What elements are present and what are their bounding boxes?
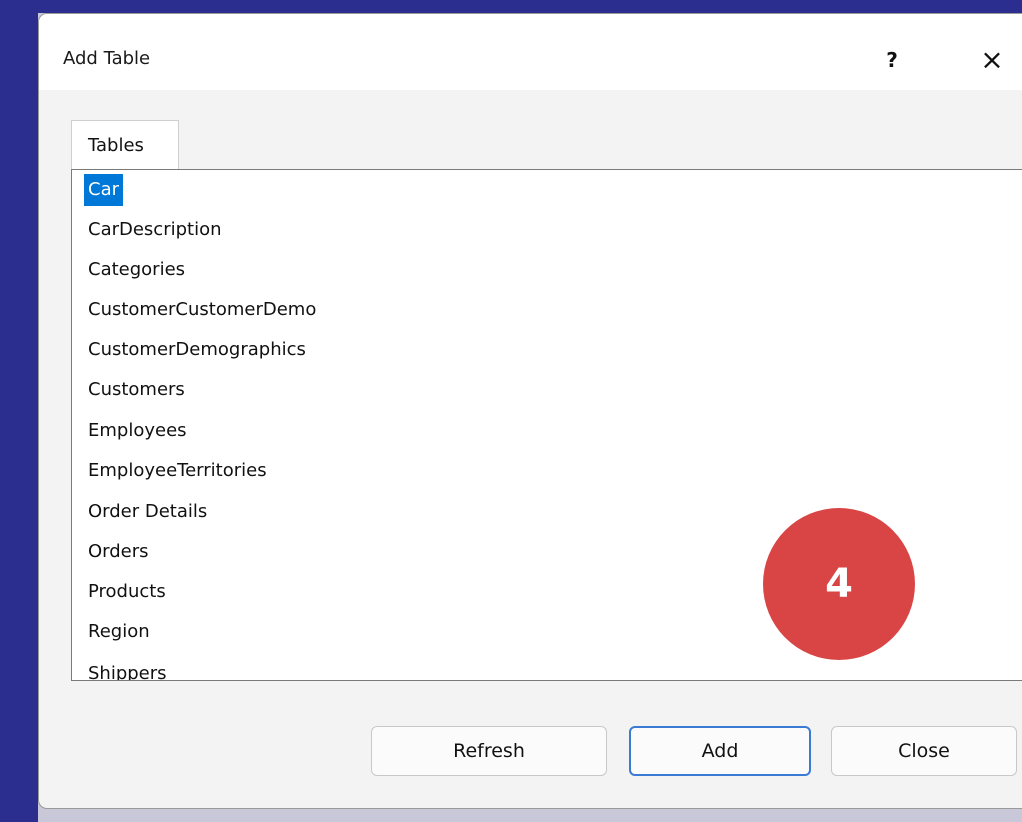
list-item[interactable]: CustomerCustomerDemo bbox=[84, 294, 320, 326]
list-item[interactable]: Region bbox=[84, 616, 154, 648]
list-item[interactable]: Employees bbox=[84, 415, 191, 447]
refresh-button[interactable]: Refresh bbox=[371, 726, 607, 776]
list-item[interactable]: Products bbox=[84, 576, 170, 608]
close-button[interactable]: Close bbox=[831, 726, 1017, 776]
list-item[interactable]: CarDescription bbox=[84, 214, 226, 246]
step-number-badge: 4 bbox=[763, 508, 915, 660]
help-button[interactable]: ? bbox=[877, 42, 907, 78]
close-icon[interactable]: × bbox=[975, 42, 1009, 78]
list-item[interactable]: CustomerDemographics bbox=[84, 334, 310, 366]
list-item[interactable]: Customers bbox=[84, 374, 189, 406]
list-item[interactable]: Car bbox=[84, 174, 123, 206]
tab-tables[interactable]: Tables bbox=[71, 120, 179, 170]
list-item[interactable]: EmployeeTerritories bbox=[84, 455, 271, 487]
add-table-dialog: Add Table ? × Tables Car CarDescription … bbox=[38, 13, 1022, 809]
list-item[interactable]: Orders bbox=[84, 536, 153, 568]
background-frame-left bbox=[0, 0, 38, 822]
list-item[interactable]: Shippers bbox=[84, 658, 171, 680]
tab-tables-label: Tables bbox=[88, 135, 144, 156]
background-frame-top bbox=[0, 0, 1022, 13]
list-item[interactable]: Categories bbox=[84, 254, 189, 286]
list-item[interactable]: Order Details bbox=[84, 496, 211, 528]
dialog-titlebar: Add Table ? × bbox=[39, 14, 1022, 90]
dialog-title: Add Table bbox=[63, 48, 151, 69]
add-button[interactable]: Add bbox=[629, 726, 811, 776]
